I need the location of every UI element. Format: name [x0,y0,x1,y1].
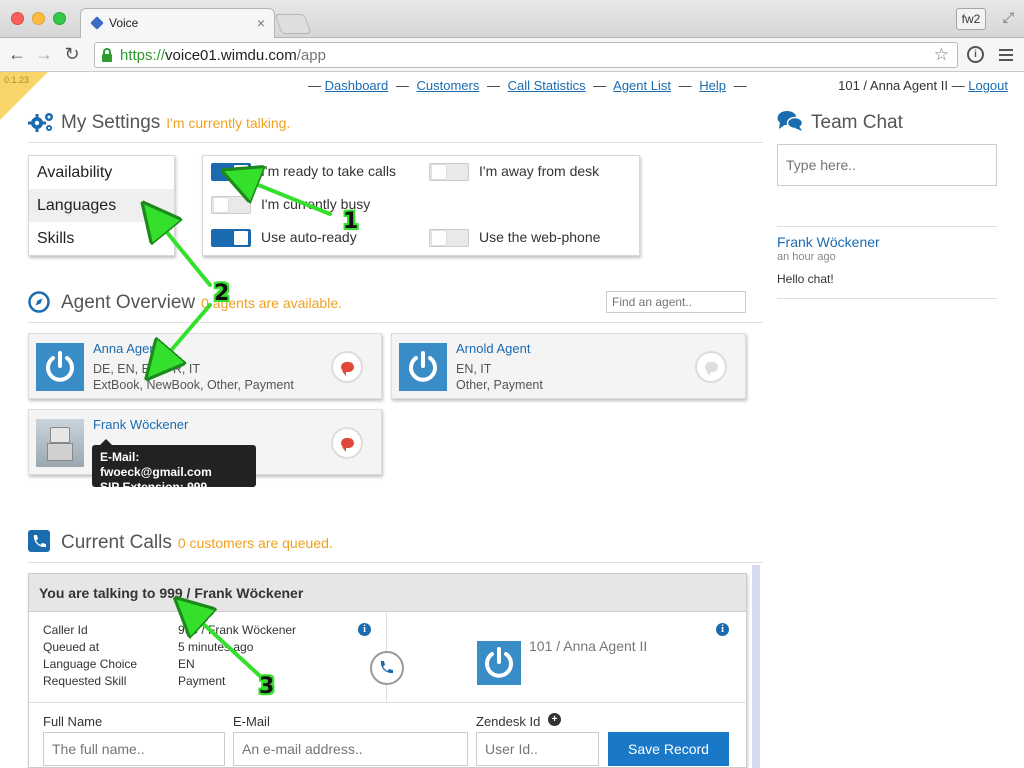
current-calls-heading: Current Calls 0 customers are queued. [61,532,333,553]
tooltip-sip: SIP Extension: 999 [100,480,208,494]
annotation-number: 1 [343,209,359,234]
email-input[interactable] [233,732,468,766]
divider [28,322,763,323]
caller-info-icon[interactable]: i [358,623,371,636]
reload-icon[interactable]: ↻ [62,44,82,65]
gears-icon [28,113,53,132]
chat-bubble-icon[interactable] [331,351,363,383]
compass-icon [28,291,50,313]
nav-help[interactable]: Help [699,78,726,93]
browser-tabbar: Voice × fw2 ⤢ [0,0,1024,39]
info-icon[interactable]: i [967,46,984,63]
chat-bubble-icon[interactable] [695,351,727,383]
web-phone-toggle[interactable] [429,229,469,247]
agent-tooltip: E-Mail: fwoeck@gmail.com SIP Extension: … [92,439,256,494]
callee-info-icon[interactable]: i [716,623,729,636]
divider [777,226,997,227]
fullscreen-icon[interactable]: ⤢ [1003,9,1014,26]
power-avatar-icon [36,343,84,391]
phone-square-icon [28,530,50,552]
add-zendesk-icon[interactable]: + [548,713,561,726]
find-agent-input[interactable] [606,291,746,313]
tab-favicon-icon [90,16,104,30]
annotation-number: 2 [214,281,230,306]
tab-title: Voice [109,16,139,30]
calls-status: 0 customers are queued. [177,535,333,551]
url-text[interactable]: https://voice01.wimdu.com/app [120,47,326,64]
menu-icon[interactable] [999,49,1013,64]
divider [777,298,997,299]
callee-name: 101 / Anna Agent II [529,638,648,654]
chat-message-text: Hello chat! [777,272,834,286]
lock-icon [102,48,112,62]
chat-message-author[interactable]: Frank Wöckener [777,234,880,250]
settings-status: I'm currently talking. [166,115,291,131]
chat-message-time: an hour ago [777,251,836,263]
settings-menu-languages[interactable]: Languages [29,189,174,222]
top-navigation: — Dashboard — Customers — Call Statistic… [308,78,747,93]
annotation-number: 3 [259,674,275,699]
agent-languages: EN, IT [456,362,492,376]
settings-menu: Availability Languages Skills [28,155,175,256]
zendesk-id-input[interactable] [476,732,599,766]
tooltip-email: E-Mail: fwoeck@gmail.com [100,450,212,479]
auto-ready-toggle[interactable] [211,229,251,247]
profile-button[interactable]: fw2 [956,8,986,30]
requested-skill-value: Payment [178,674,226,688]
robot-avatar-image [36,419,84,467]
chat-bubble-icon[interactable] [331,427,363,459]
agent-card[interactable]: Anna Agent DE, EN, ES, FR, IT ExtBook, N… [28,333,382,399]
back-arrow-icon[interactable]: ← [7,44,27,65]
divider [28,142,763,143]
full-name-input[interactable] [43,732,225,766]
logout-link[interactable]: Logout [968,78,1008,93]
current-user-label: 101 / Anna Agent II [838,78,948,93]
minimize-window-button[interactable] [32,12,45,25]
new-tab-button[interactable] [274,14,312,34]
team-chat-input[interactable] [777,144,997,186]
away-toggle[interactable] [429,163,469,181]
zoom-window-button[interactable] [53,12,66,25]
nav-customers[interactable]: Customers [416,78,479,93]
bookmark-star-icon[interactable]: ☆ [934,45,949,65]
agent-name-link[interactable]: Arnold Agent [456,341,530,356]
browser-toolbar: ← → ↻ https://voice01.wimdu.com/app ☆ i [0,38,1024,72]
save-record-button[interactable]: Save Record [608,732,729,766]
call-header: You are talking to 999 / Frank Wöckener [29,574,746,612]
settings-menu-skills[interactable]: Skills [29,222,174,255]
agent-overview-heading: Agent Overview 0 agents are available. [61,292,342,313]
agent-card[interactable]: Arnold Agent EN, IT Other, Payment [391,333,746,399]
hangup-phone-icon[interactable] [370,651,404,685]
power-avatar-icon [399,343,447,391]
agent-languages: DE, EN, ES, FR, IT [93,362,200,376]
power-avatar-icon [477,641,521,685]
team-chat-heading: Team Chat [811,112,903,133]
busy-toggle[interactable] [211,196,251,214]
nav-call-statistics[interactable]: Call Statistics [508,78,586,93]
ready-toggle[interactable] [211,163,251,181]
version-label: 0.1.23 [4,75,30,85]
agent-skills: ExtBook, NewBook, Other, Payment [93,378,294,392]
agent-name-link[interactable]: Anna Agent [93,341,160,356]
agent-name-link[interactable]: Frank Wöckener [93,417,188,432]
chat-bubbles-icon [777,111,803,131]
user-info: 101 / Anna Agent II — Logout [838,78,1008,93]
agent-skills: Other, Payment [456,378,543,392]
my-settings-heading: My Settings I'm currently talking. [61,112,291,133]
scrollbar[interactable] [752,565,760,768]
close-window-button[interactable] [11,12,24,25]
settings-menu-availability[interactable]: Availability [29,156,174,189]
language-choice-value: EN [178,657,195,671]
tab-close-icon[interactable]: × [257,15,265,31]
forward-arrow-icon[interactable]: → [34,44,54,65]
nav-dashboard[interactable]: Dashboard [325,78,389,93]
queued-at-value: 5 minutes ago [178,640,254,654]
divider [28,562,763,563]
address-bar[interactable]: https://voice01.wimdu.com/app ☆ [94,42,958,68]
caller-id-value: 999 / Frank Wöckener [178,623,297,637]
availability-panel: I'm ready to take calls I'm away from de… [202,155,640,256]
browser-tab-voice[interactable]: Voice × [80,8,275,39]
active-call-panel: You are talking to 999 / Frank Wöckener … [28,573,747,768]
nav-agent-list[interactable]: Agent List [613,78,671,93]
